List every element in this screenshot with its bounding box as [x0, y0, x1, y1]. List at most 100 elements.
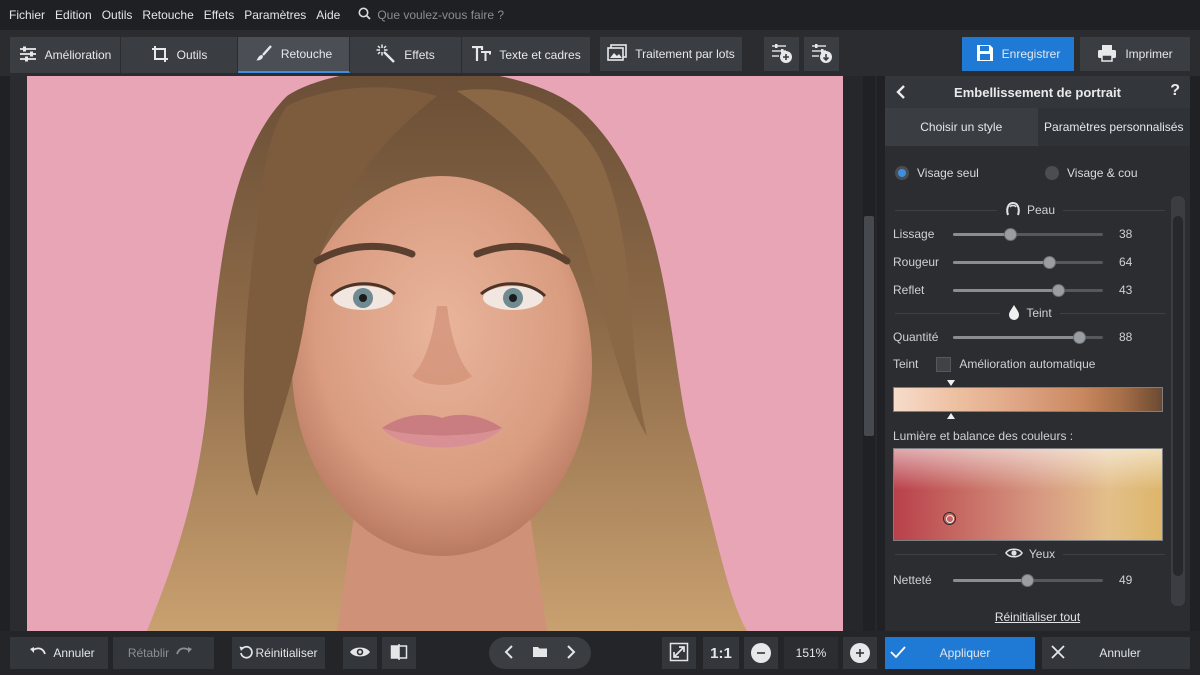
save-button[interactable]: Enregistrer — [962, 37, 1074, 71]
back-arrow-icon[interactable] — [895, 84, 907, 103]
panel-header: Embellissement de portrait ? — [885, 76, 1190, 108]
color-picker-cursor[interactable] — [943, 512, 956, 525]
menu-parametres[interactable]: Paramètres — [244, 8, 306, 22]
radio-dot — [1045, 166, 1059, 180]
slider-value: 49 — [1119, 573, 1133, 587]
slider-knob[interactable] — [1043, 256, 1056, 269]
preset-add-button[interactable] — [764, 37, 799, 71]
redo-icon — [169, 646, 199, 661]
slider-knob[interactable] — [1073, 331, 1086, 344]
slider-label: Reflet — [893, 283, 925, 297]
tab-label: Amélioration — [44, 48, 112, 62]
tab-choisir-style[interactable]: Choisir un style — [885, 108, 1038, 146]
skin-tone-marker-bottom[interactable] — [947, 413, 955, 419]
menu-fichier[interactable]: Fichier — [9, 8, 45, 22]
reset-button[interactable]: Réinitialiser — [232, 637, 325, 669]
tab-retouche[interactable]: Retouche — [238, 37, 350, 73]
menu-outils[interactable]: Outils — [102, 8, 133, 22]
tab-effets[interactable]: Effets — [350, 37, 462, 73]
slider-track[interactable] — [953, 574, 1103, 587]
bottom-bar: Annuler Rétablir Réinitialiser 1:1 151% … — [0, 631, 1200, 675]
next-photo-icon[interactable] — [554, 644, 588, 662]
tint-row: Teint Amélioration automatique — [893, 354, 1163, 374]
help-icon[interactable]: ? — [1170, 82, 1180, 100]
panel-scroll-thumb[interactable] — [1173, 216, 1183, 576]
apply-button[interactable]: Appliquer — [885, 637, 1035, 669]
print-label: Imprimer — [1125, 47, 1173, 61]
slider-track[interactable] — [953, 256, 1103, 269]
slider-lissage[interactable]: Lissage 38 — [893, 224, 1163, 244]
menu-effets[interactable]: Effets — [204, 8, 234, 22]
preset-download-icon — [811, 42, 833, 67]
zoom-out-button[interactable] — [744, 637, 778, 669]
tab-label: Retouche — [280, 47, 333, 61]
slider-knob[interactable] — [1020, 574, 1034, 587]
zoom-level[interactable]: 151% — [784, 637, 838, 669]
mode-tabs: Amélioration Outils Retouche Effets Text… — [10, 37, 591, 73]
radio-label: Visage seul — [917, 166, 979, 180]
zoom-in-button[interactable] — [843, 637, 877, 669]
reset-icon — [239, 645, 255, 662]
slider-track[interactable] — [953, 228, 1103, 241]
slider-label: Netteté — [893, 573, 932, 587]
undo-label: Annuler — [53, 646, 95, 660]
canvas-left-edge — [10, 76, 27, 631]
reset-all-link[interactable]: Réinitialiser tout — [885, 610, 1190, 624]
panel-title: Embellissement de portrait — [954, 84, 1121, 100]
preset-download-button[interactable] — [804, 37, 839, 71]
prev-photo-icon[interactable] — [492, 644, 526, 662]
print-button[interactable]: Imprimer — [1080, 37, 1190, 71]
scroll-thumb[interactable] — [864, 216, 874, 436]
menu-aide[interactable]: Aide — [316, 8, 340, 22]
menu-edition[interactable]: Edition — [55, 8, 92, 22]
slider-value: 43 — [1119, 283, 1133, 297]
slider-quantite[interactable]: Quantité 88 — [893, 327, 1163, 347]
tab-amelioration[interactable]: Amélioration — [10, 37, 121, 73]
menu-bar: Fichier Edition Outils Retouche Effets P… — [0, 0, 1200, 30]
slider-track[interactable] — [953, 284, 1103, 297]
batch-button[interactable]: Traitement par lots — [600, 37, 742, 71]
radio-visage-seul[interactable]: Visage seul — [895, 166, 1045, 180]
undo-icon — [23, 646, 53, 661]
undo-button[interactable]: Annuler — [10, 637, 108, 669]
slider-value: 88 — [1119, 330, 1133, 344]
check-icon — [890, 645, 940, 661]
actual-size-button[interactable]: 1:1 — [703, 637, 739, 669]
skin-tone-marker-top[interactable] — [947, 380, 955, 386]
slider-reflet[interactable]: Reflet 43 — [893, 280, 1163, 300]
slider-knob[interactable] — [1004, 228, 1017, 241]
radio-visage-cou[interactable]: Visage & cou — [1045, 166, 1138, 180]
color-balance-picker[interactable] — [893, 448, 1163, 541]
panel-scrollbar[interactable] — [1171, 196, 1185, 606]
tab-parametres-personnalises[interactable]: Paramètres personnalisés — [1037, 108, 1190, 146]
skin-tone-bar[interactable] — [893, 387, 1163, 412]
section-peau: Peau — [895, 200, 1165, 220]
auto-enhance-checkbox[interactable] — [936, 356, 952, 372]
tab-texte-cadres[interactable]: Texte et cadres — [462, 37, 591, 73]
folder-icon[interactable] — [526, 645, 554, 661]
preset-add-icon — [771, 42, 793, 67]
slider-value: 38 — [1119, 227, 1133, 241]
fit-screen-button[interactable] — [662, 637, 696, 669]
photo-canvas[interactable] — [27, 76, 843, 631]
tab-label: Effets — [404, 48, 435, 62]
tab-outils[interactable]: Outils — [121, 37, 238, 73]
slider-track[interactable] — [953, 331, 1103, 344]
slider-rougeur[interactable]: Rougeur 64 — [893, 252, 1163, 272]
slider-nettete[interactable]: Netteté 49 — [893, 570, 1163, 590]
preview-button[interactable] — [343, 637, 377, 669]
compare-button[interactable] — [382, 637, 416, 669]
cancel-button[interactable]: Annuler — [1042, 637, 1190, 669]
panel-subtabs: Choisir un style Paramètres personnalisé… — [885, 108, 1190, 146]
search-box[interactable]: Que voulez-vous faire ? — [358, 7, 504, 23]
text-icon — [471, 45, 499, 65]
auto-enhance-label: Amélioration automatique — [959, 357, 1096, 371]
slider-knob[interactable] — [1052, 284, 1065, 297]
redo-button[interactable]: Rétablir — [113, 637, 214, 669]
sliders-icon — [19, 46, 45, 65]
menu-retouche[interactable]: Retouche — [142, 8, 193, 22]
batch-label: Traitement par lots — [635, 47, 735, 61]
canvas-scrollbar[interactable] — [843, 76, 877, 631]
search-icon — [358, 7, 371, 23]
portrait-panel: Embellissement de portrait ? Choisir un … — [885, 76, 1190, 631]
